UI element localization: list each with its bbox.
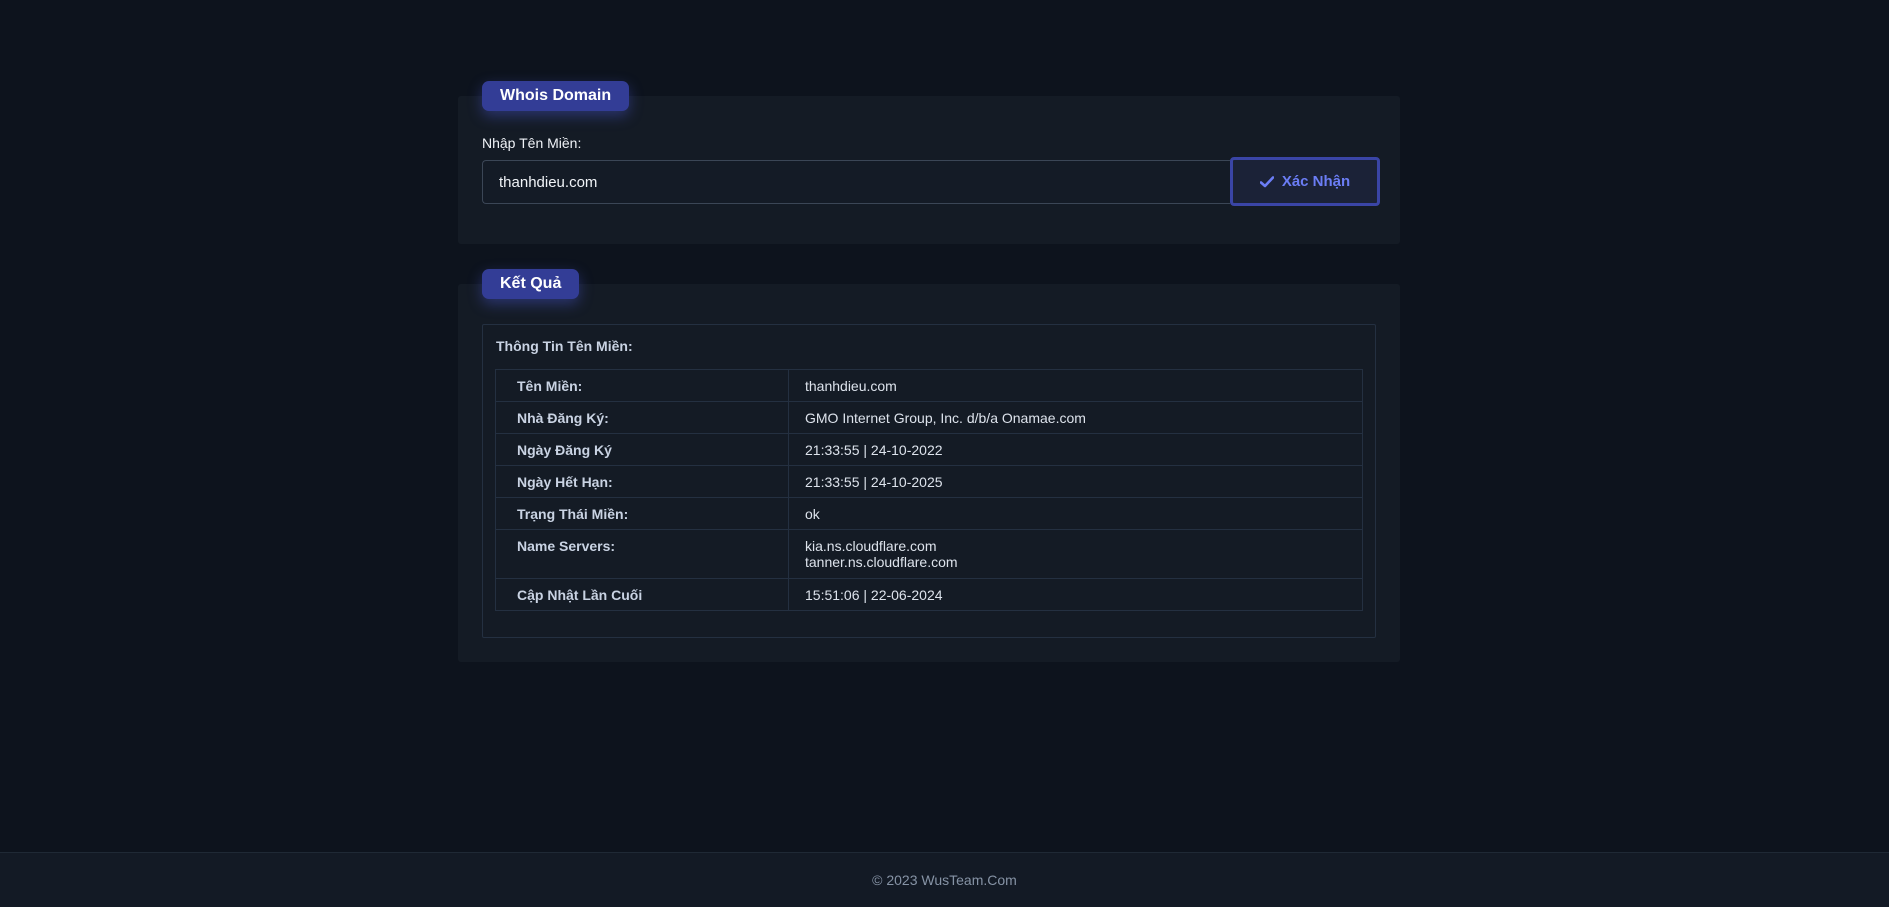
domain-info-table: Tên Miền: thanhdieu.com Nhà Đăng Ký: GMO… — [495, 369, 1363, 611]
row-value: GMO Internet Group, Inc. d/b/a Onamae.co… — [788, 401, 1363, 434]
table-row: Trạng Thái Miền: ok — [495, 497, 1363, 530]
result-box: Thông Tin Tên Miền: Tên Miền: thanhdieu.… — [482, 324, 1376, 638]
footer-copyright: © 2023 WusTeam.Com — [872, 872, 1017, 888]
domain-input[interactable] — [482, 160, 1230, 204]
table-row: Tên Miền: thanhdieu.com — [495, 369, 1363, 402]
table-row: Ngày Hết Hạn: 21:33:55 | 24-10-2025 — [495, 465, 1363, 498]
name-server: kia.ns.cloudflare.com — [805, 538, 937, 554]
result-card-title: Kết Quả — [482, 269, 580, 299]
whois-card-title: Whois Domain — [482, 81, 630, 111]
table-row: Nhà Đăng Ký: GMO Internet Group, Inc. d/… — [495, 401, 1363, 434]
table-row: Ngày Đăng Ký 21:33:55 | 24-10-2022 — [495, 433, 1363, 466]
domain-input-label: Nhập Tên Miền: — [482, 135, 582, 151]
check-icon — [1259, 175, 1274, 187]
row-key: Cập Nhật Lần Cuối — [495, 578, 789, 611]
submit-button[interactable]: Xác Nhận — [1230, 157, 1380, 206]
row-value: thanhdieu.com — [788, 369, 1363, 402]
row-value: 15:51:06 | 22-06-2024 — [788, 578, 1363, 611]
table-row: Name Servers: kia.ns.cloudflare.com tann… — [495, 529, 1363, 579]
row-key: Tên Miền: — [495, 369, 789, 402]
row-key: Nhà Đăng Ký: — [495, 401, 789, 434]
result-heading: Thông Tin Tên Miền: — [496, 338, 633, 354]
result-card: Kết Quả Thông Tin Tên Miền: Tên Miền: th… — [458, 269, 1400, 662]
footer: © 2023 WusTeam.Com — [0, 852, 1889, 907]
row-value: 21:33:55 | 24-10-2025 — [788, 465, 1363, 498]
row-key: Ngày Hết Hạn: — [495, 465, 789, 498]
row-value: 21:33:55 | 24-10-2022 — [788, 433, 1363, 466]
whois-card: Whois Domain Nhập Tên Miền: Xác Nhận — [458, 81, 1400, 244]
row-key: Name Servers: — [495, 529, 789, 579]
table-row: Cập Nhật Lần Cuối 15:51:06 | 22-06-2024 — [495, 578, 1363, 611]
row-key: Trạng Thái Miền: — [495, 497, 789, 530]
row-key: Ngày Đăng Ký — [495, 433, 789, 466]
row-value: ok — [788, 497, 1363, 530]
row-value: kia.ns.cloudflare.com tanner.ns.cloudfla… — [788, 529, 1363, 579]
submit-button-label: Xác Nhận — [1281, 173, 1351, 190]
name-server: tanner.ns.cloudflare.com — [805, 554, 958, 570]
